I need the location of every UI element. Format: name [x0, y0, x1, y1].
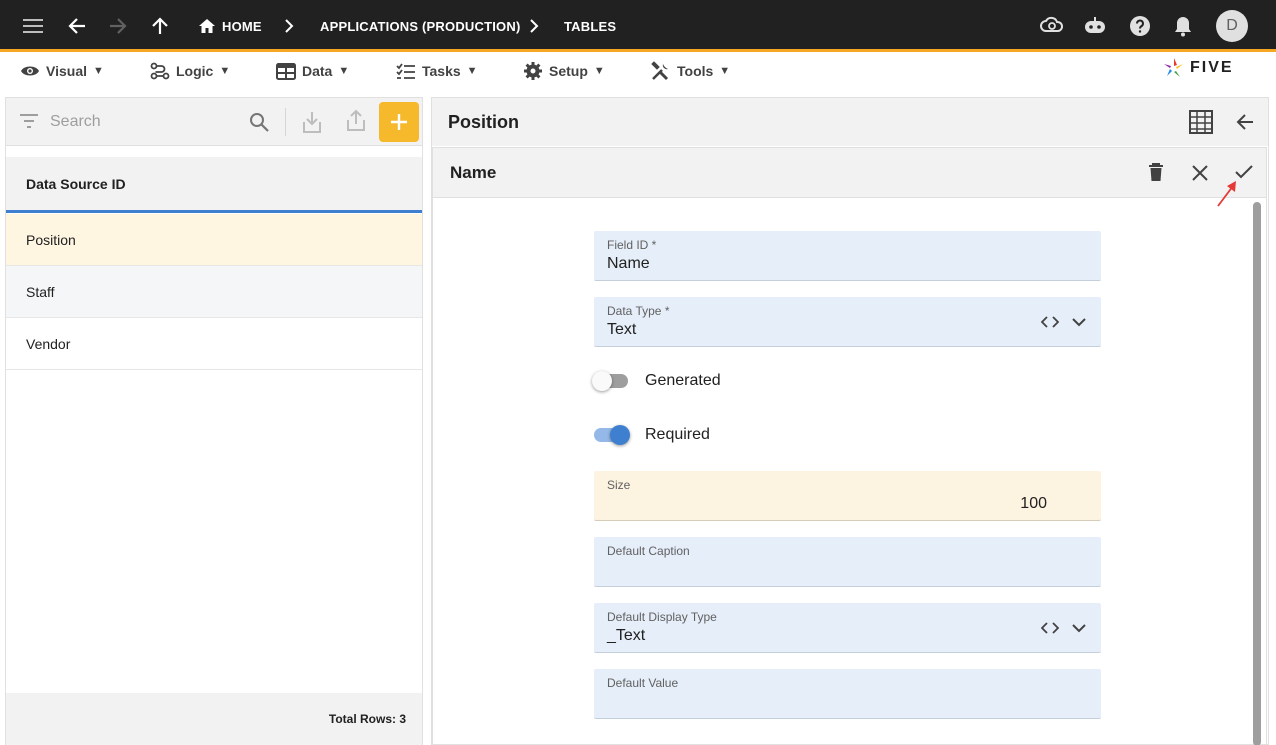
- generated-label: Generated: [645, 372, 721, 389]
- hamburger-menu-icon[interactable]: [20, 0, 46, 52]
- export-share-icon[interactable]: [346, 108, 366, 132]
- detail-title: Position: [448, 111, 519, 132]
- caret-down-icon: ▼: [93, 65, 104, 77]
- menu-tools[interactable]: Tools ▼: [651, 52, 730, 90]
- tools-icon: [651, 61, 669, 81]
- home-icon: [199, 19, 215, 33]
- grid-view-icon[interactable]: [1189, 110, 1213, 134]
- chevron-right-icon: [282, 0, 296, 52]
- back-arrow-icon[interactable]: [65, 0, 89, 52]
- menu-data[interactable]: Data ▼: [276, 52, 349, 90]
- generated-toggle-track[interactable]: [592, 371, 628, 391]
- total-rows-footer: Total Rows: 3: [6, 693, 422, 745]
- required-toggle-track[interactable]: [594, 425, 630, 445]
- filter-icon[interactable]: [20, 114, 38, 128]
- caret-down-icon: ▼: [466, 65, 478, 77]
- menu-logic-label: Logic: [176, 63, 214, 79]
- form-title: Name: [450, 162, 497, 182]
- field-id-input[interactable]: Field ID * Name: [594, 231, 1101, 281]
- cloud-sync-icon[interactable]: [1039, 0, 1065, 52]
- data-type-label: Data Type *: [607, 304, 670, 318]
- five-logo-mark: [1164, 58, 1183, 77]
- menu-visual-label: Visual: [46, 63, 87, 79]
- default-caption-label: Default Caption: [607, 544, 690, 558]
- generated-toggle[interactable]: Generated: [592, 371, 721, 391]
- chevron-down-icon[interactable]: [1072, 318, 1086, 327]
- eye-icon: [21, 66, 39, 76]
- add-record-button[interactable]: [379, 102, 419, 142]
- default-display-type-label: Default Display Type: [607, 610, 717, 624]
- menu-data-label: Data: [302, 63, 333, 79]
- breadcrumb-home[interactable]: HOME: [198, 0, 262, 52]
- data-source-list-panel: Search Data Source ID Position Staff Ven…: [5, 97, 423, 745]
- data-type-select[interactable]: Data Type * Text: [594, 297, 1101, 347]
- default-caption-input[interactable]: Default Caption: [594, 537, 1101, 587]
- main-menu-bar: Visual ▼ Logic ▼ Data ▼ Tasks ▼ Setup ▼ …: [0, 52, 1276, 92]
- menu-tasks-label: Tasks: [422, 63, 461, 79]
- list-toolbar: Search: [6, 98, 422, 146]
- search-input[interactable]: Search: [50, 98, 101, 146]
- caret-down-icon: ▼: [338, 65, 350, 77]
- logic-icon: [150, 62, 170, 80]
- five-logo: FIVE: [1162, 56, 1234, 80]
- column-header-data-source-id[interactable]: Data Source ID: [6, 157, 422, 213]
- code-brackets-icon[interactable]: [1041, 316, 1059, 328]
- size-input[interactable]: Size 100: [594, 471, 1101, 521]
- form-header: Name: [433, 148, 1266, 207]
- table-icon: [276, 62, 296, 80]
- menu-logic[interactable]: Logic ▼: [150, 52, 230, 90]
- list-item[interactable]: Vendor: [6, 318, 422, 370]
- form-scrollbar[interactable]: [1253, 202, 1261, 745]
- size-label: Size: [607, 478, 631, 492]
- required-toggle[interactable]: Required: [594, 425, 710, 445]
- back-arrow-icon[interactable]: [1236, 113, 1254, 131]
- chevron-down-icon[interactable]: [1072, 624, 1086, 633]
- gear-icon: [524, 62, 542, 80]
- toolbar-divider: [285, 108, 286, 136]
- size-value: 100: [1020, 495, 1047, 512]
- help-icon[interactable]: [1127, 0, 1153, 52]
- tasks-icon: [396, 62, 415, 79]
- generated-toggle-thumb[interactable]: [592, 371, 612, 391]
- list-item[interactable]: Staff: [6, 266, 422, 318]
- default-display-type-value: _Text: [607, 627, 646, 644]
- field-id-label: Field ID *: [607, 238, 657, 252]
- required-label: Required: [645, 426, 710, 443]
- detail-header: Position: [432, 98, 1268, 146]
- notifications-bell-icon[interactable]: [1171, 0, 1195, 52]
- data-type-value: Text: [607, 321, 637, 338]
- save-check-icon[interactable]: [1235, 165, 1253, 179]
- caret-down-icon: ▼: [719, 65, 731, 77]
- menu-tasks[interactable]: Tasks ▼: [396, 52, 478, 90]
- caret-down-icon: ▼: [219, 65, 231, 77]
- delete-trash-icon[interactable]: [1148, 163, 1164, 182]
- forward-arrow-icon[interactable]: [106, 0, 130, 52]
- import-download-icon[interactable]: [302, 110, 322, 134]
- menu-setup-label: Setup: [549, 63, 588, 79]
- search-icon[interactable]: [249, 112, 269, 132]
- default-value-input[interactable]: Default Value: [594, 669, 1101, 719]
- chevron-right-icon: [527, 0, 541, 52]
- close-icon[interactable]: [1192, 165, 1208, 181]
- menu-setup[interactable]: Setup ▼: [523, 52, 605, 90]
- user-avatar[interactable]: D: [1216, 10, 1248, 42]
- menu-tools-label: Tools: [677, 63, 714, 79]
- default-display-type-select[interactable]: Default Display Type _Text: [594, 603, 1101, 653]
- list-item[interactable]: Position: [6, 214, 422, 266]
- menu-visual[interactable]: Visual ▼: [20, 52, 104, 90]
- breadcrumb-home-label: HOME: [222, 18, 262, 34]
- five-logo-text: FIVE: [1190, 59, 1234, 76]
- required-toggle-thumb[interactable]: [610, 425, 630, 445]
- chatbot-icon[interactable]: [1082, 0, 1108, 52]
- field-id-value: Name: [607, 255, 650, 272]
- up-arrow-icon[interactable]: [148, 0, 172, 52]
- breadcrumb-applications[interactable]: APPLICATIONS (PRODUCTION): [320, 0, 520, 52]
- top-app-bar: HOME APPLICATIONS (PRODUCTION) TABLES D: [0, 0, 1276, 52]
- breadcrumb-tables[interactable]: TABLES: [564, 0, 616, 52]
- plus-icon: [391, 114, 407, 130]
- annotation-red-arrow: [1216, 178, 1240, 208]
- caret-down-icon: ▼: [593, 65, 605, 77]
- code-brackets-icon[interactable]: [1041, 622, 1059, 634]
- default-value-label: Default Value: [607, 676, 679, 690]
